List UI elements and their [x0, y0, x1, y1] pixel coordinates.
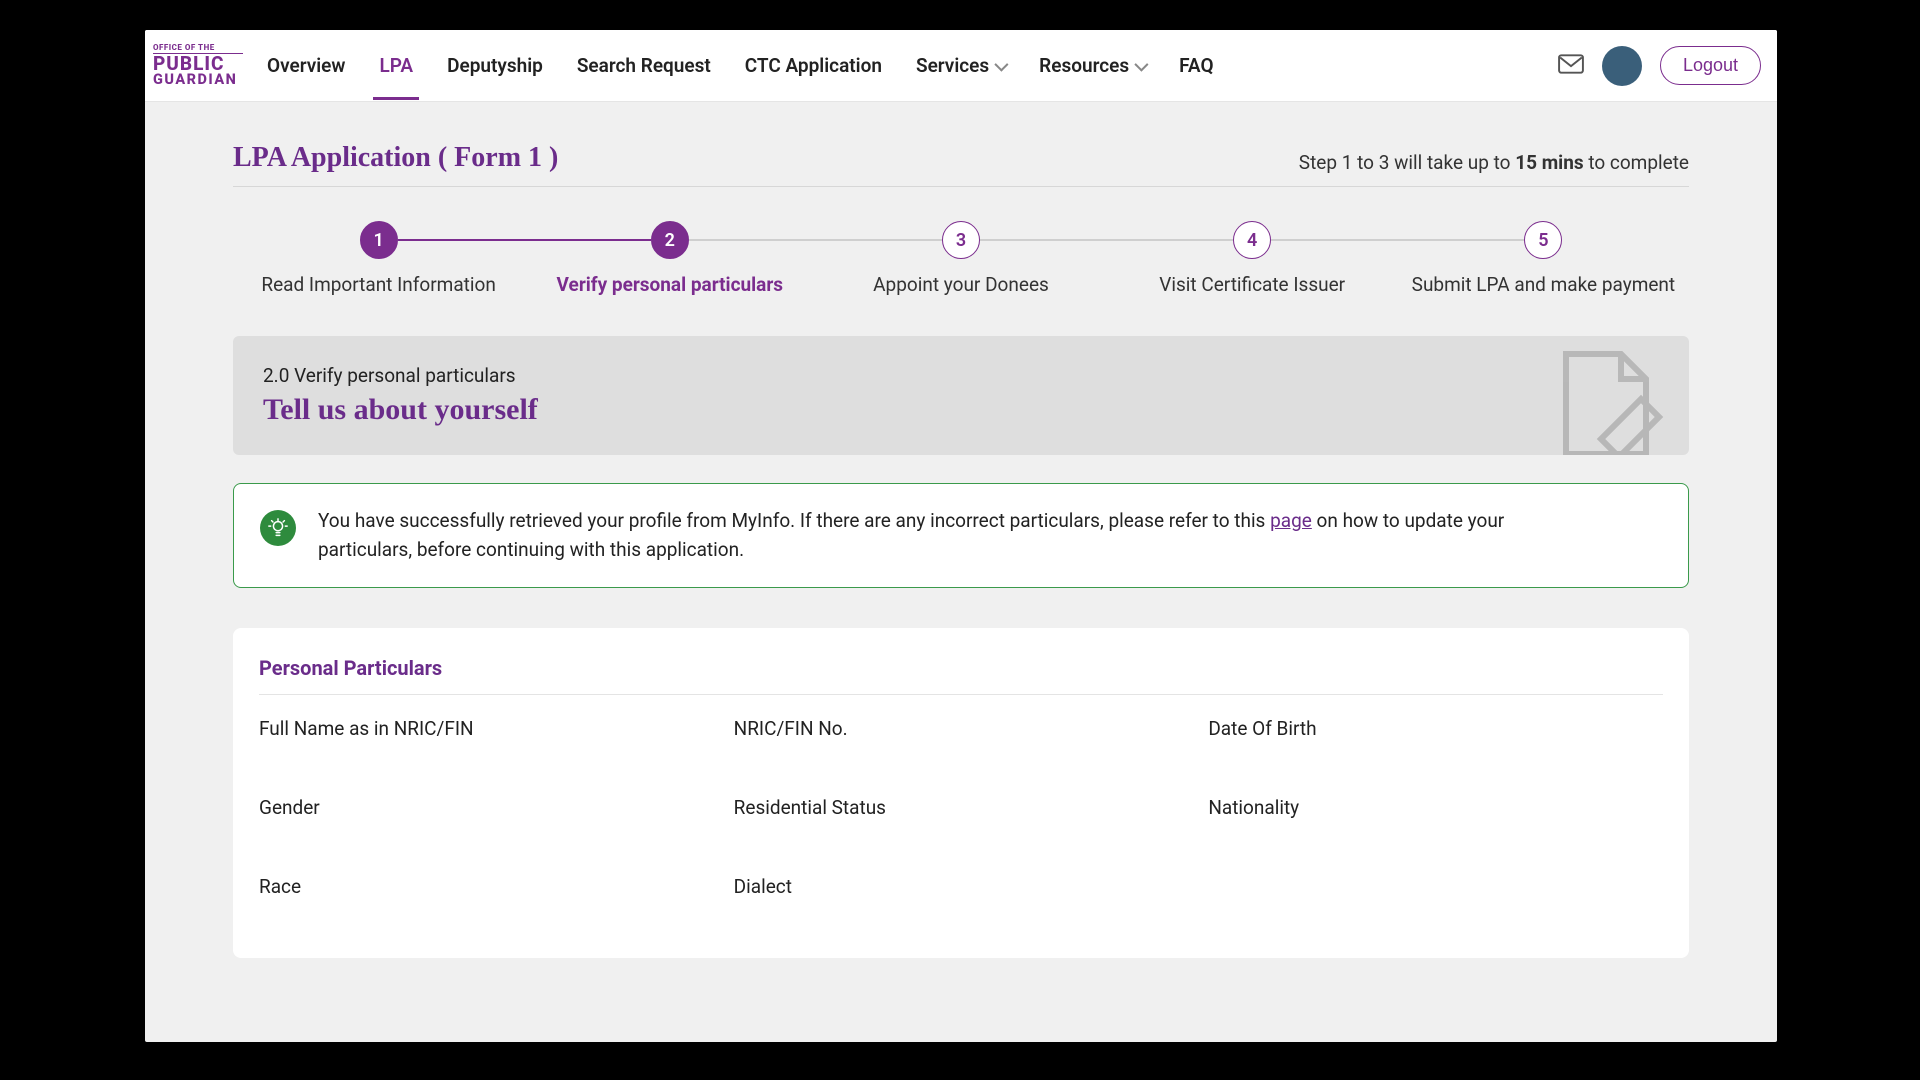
step-2-label: Verify personal particulars	[524, 273, 815, 296]
nav-search-request[interactable]: Search Request	[577, 32, 711, 99]
nav-resources-label: Resources	[1039, 54, 1129, 77]
nav-overview[interactable]: Overview	[267, 32, 345, 99]
nav-deputyship[interactable]: Deputyship	[447, 32, 543, 99]
field-label-gender: Gender	[259, 796, 714, 819]
step-2-number: 2	[651, 221, 689, 259]
page-title: LPA Application ( Form 1 )	[233, 142, 558, 174]
step-4-label: Visit Certificate Issuer	[1107, 273, 1398, 296]
nav-overview-label: Overview	[267, 54, 345, 77]
step-1[interactable]: 1 Read Important Information	[233, 221, 524, 296]
success-alert: You have successfully retrieved your pro…	[233, 483, 1689, 588]
logo-text-sub: GUARDIAN	[153, 73, 243, 87]
nav-search-request-label: Search Request	[577, 54, 711, 77]
estimated-time: Step 1 to 3 will take up to 15 mins to c…	[1299, 151, 1689, 174]
field-label-residential-status: Residential Status	[734, 796, 1189, 819]
nav-ctc-application[interactable]: CTC Application	[745, 32, 882, 99]
avatar[interactable]	[1602, 46, 1642, 86]
card-title: Personal Particulars	[259, 656, 1663, 695]
field-label-race: Race	[259, 875, 714, 898]
chevron-down-icon	[995, 57, 1009, 71]
field-label-nationality: Nationality	[1208, 796, 1663, 819]
step-5[interactable]: 5 Submit LPA and make payment	[1398, 221, 1689, 296]
step-4-number: 4	[1233, 221, 1271, 259]
step-5-number: 5	[1524, 221, 1562, 259]
step-3-number: 3	[942, 221, 980, 259]
alert-message: You have successfully retrieved your pro…	[318, 506, 1578, 565]
step-1-label: Read Important Information	[233, 273, 524, 296]
section-heading: Tell us about yourself	[263, 393, 1659, 427]
nav-resources[interactable]: Resources	[1039, 32, 1145, 99]
nav-services-label: Services	[916, 54, 989, 77]
nav-ctc-application-label: CTC Application	[745, 54, 882, 77]
estimated-time-bold: 15 mins	[1515, 151, 1583, 174]
nav-lpa[interactable]: LPA	[379, 32, 413, 99]
alert-page-link[interactable]: page	[1270, 509, 1312, 532]
logout-button[interactable]: Logout	[1660, 46, 1761, 85]
step-2[interactable]: 2 Verify personal particulars	[524, 221, 815, 296]
lightbulb-icon	[260, 510, 296, 546]
nav-lpa-label: LPA	[379, 54, 413, 77]
brand-logo[interactable]: OFFICE OF THE PUBLIC GUARDIAN	[153, 44, 243, 86]
progress-stepper: 1 Read Important Information 2 Verify pe…	[233, 221, 1689, 296]
nav-deputyship-label: Deputyship	[447, 54, 543, 77]
nav-faq[interactable]: FAQ	[1179, 32, 1213, 99]
personal-particulars-card: Personal Particulars Full Name as in NRI…	[233, 628, 1689, 958]
section-eyebrow: 2.0 Verify personal particulars	[263, 364, 1659, 387]
chevron-down-icon	[1134, 57, 1148, 71]
nav-faq-label: FAQ	[1179, 54, 1213, 77]
estimated-time-suffix: to complete	[1584, 151, 1689, 174]
step-5-label: Submit LPA and make payment	[1398, 273, 1689, 296]
field-label-dob: Date Of Birth	[1208, 717, 1663, 740]
field-label-full-name: Full Name as in NRIC/FIN	[259, 717, 714, 740]
field-label-nric: NRIC/FIN No.	[734, 717, 1189, 740]
field-label-dialect: Dialect	[734, 875, 1189, 898]
mail-icon[interactable]	[1558, 53, 1584, 79]
step-3-label: Appoint your Donees	[815, 273, 1106, 296]
alert-pre: You have successfully retrieved your pro…	[318, 509, 1270, 532]
step-3[interactable]: 3 Appoint your Donees	[815, 221, 1106, 296]
nav-services[interactable]: Services	[916, 32, 1005, 99]
step-4[interactable]: 4 Visit Certificate Issuer	[1107, 221, 1398, 296]
step-1-number: 1	[360, 221, 398, 259]
section-banner: 2.0 Verify personal particulars Tell us …	[233, 336, 1689, 455]
top-navigation: OFFICE OF THE PUBLIC GUARDIAN Overview L…	[145, 30, 1777, 102]
edit-document-icon	[1541, 344, 1671, 455]
estimated-time-prefix: Step 1 to 3 will take up to	[1299, 151, 1515, 174]
